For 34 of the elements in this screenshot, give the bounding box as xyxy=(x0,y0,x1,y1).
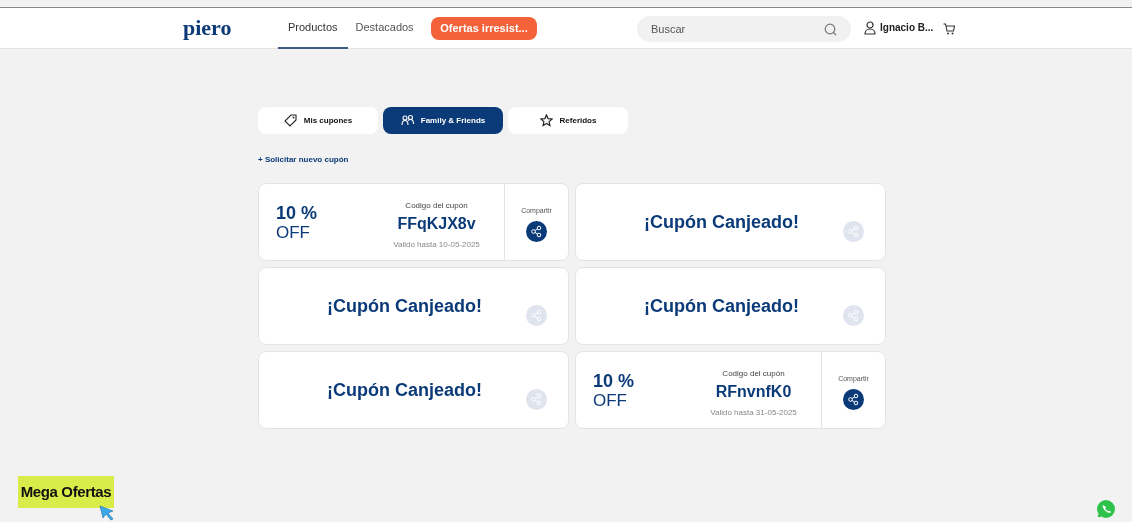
nav-link[interactable]: Productos xyxy=(278,8,348,49)
valid-until-text: Valido hasta 10-05-2025 xyxy=(393,239,480,251)
logo[interactable]: piero xyxy=(183,17,232,39)
coupon-code: FFqKJX8v xyxy=(397,214,476,234)
code-label: Codigo del cupón xyxy=(405,201,468,211)
tab[interactable]: Mis cupones xyxy=(258,107,378,134)
request-coupon-link[interactable]: + Solicitar nuevo cupón xyxy=(258,154,349,166)
search-icon[interactable] xyxy=(824,23,837,36)
user-name[interactable]: Ignacio B... xyxy=(880,20,934,35)
people-icon xyxy=(400,114,414,127)
share-icon[interactable] xyxy=(843,389,864,410)
user-icon[interactable] xyxy=(864,20,876,35)
coupon-code: RFnvnfK0 xyxy=(715,382,792,402)
discount-percent: 10 % xyxy=(593,370,636,391)
valid-until-text: Valido hasta 31-05-2025 xyxy=(710,407,797,419)
redeemed-label: ¡Cupón Canjeado! xyxy=(644,295,799,317)
share-icon[interactable] xyxy=(526,221,547,242)
tag-icon xyxy=(283,114,297,127)
off-label: OFF xyxy=(276,222,311,242)
redeemed-label: ¡Cupón Canjeado! xyxy=(327,379,482,401)
mega-offers-badge[interactable]: Mega Ofertas xyxy=(18,476,114,508)
redeemed-label: ¡Cupón Canjeado! xyxy=(644,211,799,233)
cart-icon[interactable] xyxy=(943,23,955,35)
star-icon xyxy=(539,114,553,127)
code-label: Codigo del cupón xyxy=(722,369,785,379)
discount-percent: 10 % xyxy=(276,202,319,223)
nav-link[interactable]: Destacados xyxy=(347,8,422,49)
tab[interactable]: Referidos xyxy=(508,107,628,134)
cursor-arrow-icon xyxy=(99,505,115,521)
tab[interactable]: Family & Friends xyxy=(383,107,503,134)
search-field[interactable]: Buscar xyxy=(637,16,851,42)
redeemed-label: ¡Cupón Canjeado! xyxy=(327,295,482,317)
chat-icon[interactable] xyxy=(1096,499,1116,519)
off-label: OFF xyxy=(593,390,628,410)
